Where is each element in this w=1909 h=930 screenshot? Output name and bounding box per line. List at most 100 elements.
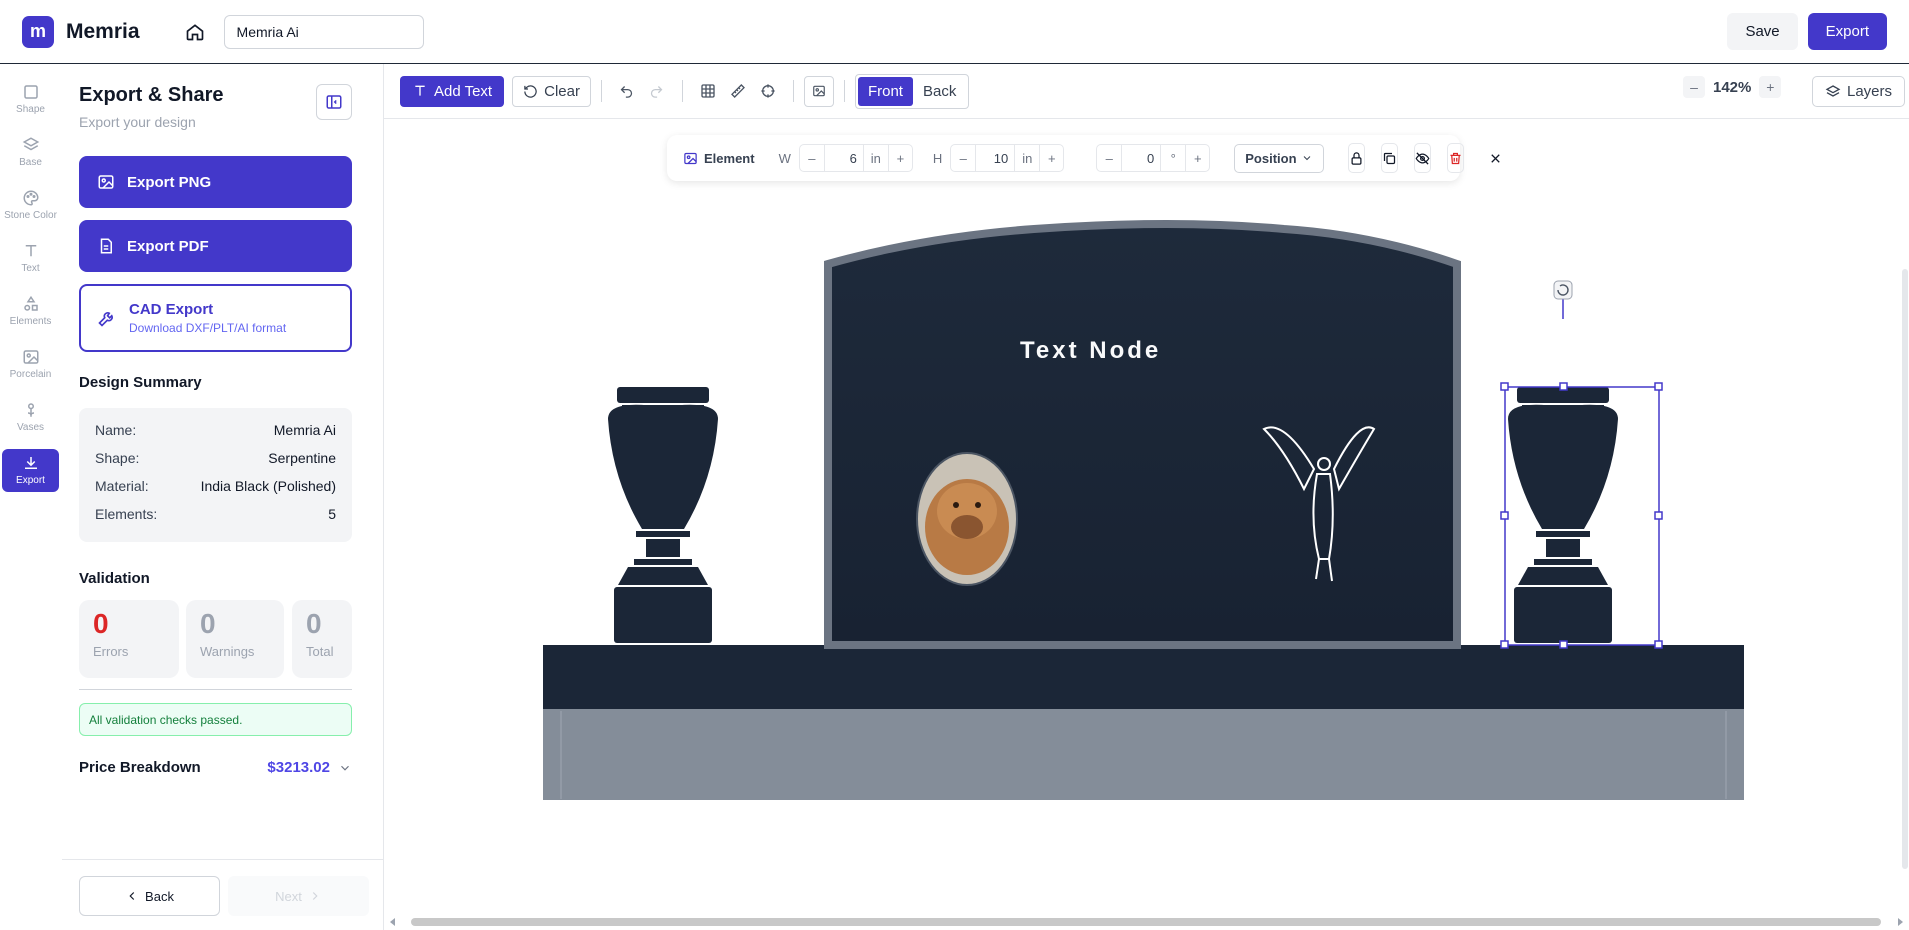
rotation-unit: ° (1170, 150, 1176, 166)
summary-key: Name: (95, 422, 137, 438)
panel-subtitle: Export your design (79, 114, 196, 130)
text-node[interactable]: Text Node (1020, 337, 1161, 365)
clear-button[interactable]: Clear (512, 75, 591, 107)
back-label: Back (145, 888, 174, 904)
height-increase-button[interactable]: + (1039, 145, 1063, 171)
next-button[interactable]: Next (228, 876, 369, 916)
monument-scene (543, 220, 1744, 800)
lock-icon (1351, 151, 1362, 165)
rail-item-vases[interactable]: Vases (2, 396, 59, 439)
grid-toggle-button[interactable] (693, 76, 723, 107)
position-dropdown[interactable]: Position (1234, 143, 1324, 173)
rail-item-porcelain[interactable]: Porcelain (2, 343, 59, 386)
validation-status-banner: All validation checks passed. (79, 703, 352, 736)
summary-value: Serpentine (268, 450, 336, 466)
validation-total-card: 0 Total (292, 600, 352, 678)
zoom-in-button[interactable]: + (1759, 76, 1782, 98)
warnings-count: 0 (200, 608, 216, 639)
layers-button[interactable]: Layers (1812, 76, 1906, 107)
width-value[interactable]: 6 (823, 145, 864, 171)
background-image-button[interactable] (803, 75, 834, 107)
ruler-button[interactable] (723, 76, 753, 107)
headstone-tablet[interactable] (824, 220, 1461, 649)
save-button[interactable]: Save (1727, 13, 1798, 50)
close-bar-button[interactable] (1488, 146, 1503, 170)
height-stepper: – 10 in + (950, 144, 1065, 172)
rotation-decrease-button[interactable]: – (1097, 145, 1121, 171)
horizontal-scrollbar[interactable] (384, 914, 1909, 930)
height-decrease-button[interactable]: – (951, 145, 975, 171)
warnings-label: Warnings (200, 644, 255, 659)
export-png-button[interactable]: Export PNG (79, 156, 352, 208)
undo-icon (621, 85, 633, 98)
rotation-value[interactable]: 0 (1121, 145, 1162, 171)
width-decrease-button[interactable]: – (800, 145, 824, 171)
element-type-label: Element (704, 150, 755, 166)
height-unit: in (1022, 150, 1033, 166)
text-icon (25, 245, 36, 257)
home-button[interactable] (182, 19, 208, 45)
right-vase[interactable] (1508, 387, 1618, 643)
rail-item-export[interactable]: Export (2, 449, 59, 492)
cad-export-button[interactable]: CAD Export Download DXF/PLT/AI format (79, 284, 352, 352)
image-icon (23, 350, 38, 364)
duplicate-button[interactable] (1380, 143, 1398, 173)
total-label: Total (306, 644, 334, 659)
undo-button[interactable] (612, 76, 642, 107)
errors-label: Errors (93, 644, 129, 659)
rail-item-text[interactable]: Text (2, 237, 59, 280)
rotation-stepper: – 0 ° + (1096, 144, 1211, 172)
close-icon (1490, 153, 1500, 163)
design-canvas[interactable]: Text Node Element W – 6 in + H – 10 in + (384, 119, 1909, 930)
scroll-right-icon[interactable] (1895, 917, 1905, 927)
toolbar-divider (681, 80, 683, 102)
redo-button[interactable] (642, 76, 672, 107)
wrench-icon (98, 312, 113, 327)
validation-errors-card: 0 Errors (79, 600, 179, 678)
export-pdf-button[interactable]: Export PDF (79, 220, 352, 272)
snap-button[interactable] (753, 76, 783, 107)
height-value[interactable]: 10 (975, 145, 1016, 171)
lock-button[interactable] (1347, 143, 1365, 173)
image-icon (684, 152, 697, 164)
image-icon (98, 175, 114, 189)
summary-value: 5 (328, 506, 336, 522)
eye-off-icon (1415, 151, 1430, 165)
delete-button[interactable] (1446, 143, 1464, 173)
back-button[interactable]: Back (79, 876, 220, 916)
rotate-handle[interactable] (1553, 280, 1573, 300)
summary-value: Memria Ai (273, 422, 336, 438)
home-icon (186, 23, 203, 40)
scroll-left-icon[interactable] (388, 917, 398, 927)
chevron-down-icon (1303, 156, 1310, 161)
element-properties-bar: Element W – 6 in + H – 10 in + – 0 ° + P… (667, 135, 1500, 181)
vertical-scrollbar[interactable] (1902, 269, 1908, 869)
base-slab[interactable] (543, 645, 1744, 709)
validation-divider (79, 689, 352, 690)
trash-icon (1450, 152, 1461, 164)
collapse-panel-button[interactable] (316, 84, 352, 120)
zoom-out-button[interactable]: – (1683, 76, 1705, 98)
export-button[interactable]: Export (1807, 13, 1887, 50)
toolbar-divider (843, 80, 845, 102)
left-vase[interactable] (608, 387, 718, 643)
rail-item-shape[interactable]: Shape (2, 78, 59, 121)
hide-button[interactable] (1413, 143, 1431, 173)
horizontal-scroll-thumb[interactable] (411, 918, 1881, 926)
add-text-button[interactable]: Add Text (400, 75, 505, 107)
chevron-down-icon (341, 765, 349, 771)
rail-label: Porcelain (9, 369, 52, 380)
rail-item-base[interactable]: Base (2, 131, 59, 174)
width-increase-button[interactable]: + (887, 145, 912, 171)
rail-item-elements[interactable]: Elements (2, 290, 59, 333)
rotation-increase-button[interactable]: + (1185, 145, 1209, 171)
tab-back[interactable]: Back (913, 77, 966, 106)
panel-title: Export & Share (79, 84, 224, 106)
design-name-input[interactable] (223, 14, 424, 49)
porcelain-photo[interactable] (916, 452, 1018, 586)
rail-item-stone-color[interactable]: Stone Color (2, 184, 59, 227)
price-breakdown-toggle[interactable]: Price Breakdown $3213.02 (79, 759, 352, 776)
redo-icon (651, 85, 663, 98)
lower-base[interactable] (543, 708, 1744, 800)
tab-front[interactable]: Front (857, 76, 913, 106)
